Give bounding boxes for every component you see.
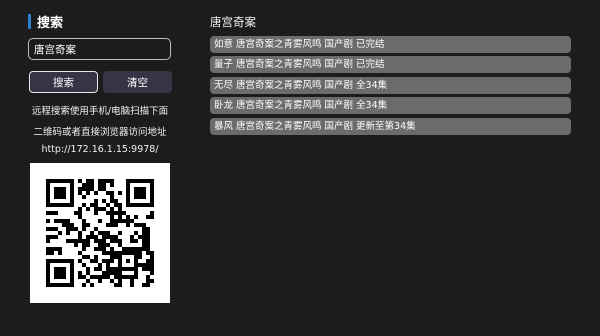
remote-search-hint-line-1: 远程搜索使用手机/电脑扫描下面 — [31, 106, 169, 117]
result-item-label: 量子 唐宫奇案之青雾风鸣 国产剧 已完结 — [214, 59, 385, 70]
search-panel-title: 搜索 — [28, 12, 64, 31]
result-item-label: 无尽 唐宫奇案之青雾风鸣 国产剧 全34集 — [214, 80, 388, 91]
result-item[interactable]: 无尽 唐宫奇案之青雾风鸣 国产剧 全34集 — [210, 77, 571, 94]
result-item-label: 卧龙 唐宫奇案之青雾风鸣 国产剧 全34集 — [214, 100, 388, 111]
title-accent-bar — [28, 13, 31, 29]
results-title: 唐宫奇案 — [210, 15, 256, 29]
clear-button-label: 清空 — [127, 76, 148, 89]
result-item[interactable]: 量子 唐宫奇案之青雾风鸣 国产剧 已完结 — [210, 56, 571, 73]
search-button-label: 搜索 — [53, 76, 74, 89]
result-item[interactable]: 如意 唐宫奇案之青雾风鸣 国产剧 已完结 — [210, 36, 571, 53]
qr-code-graphic — [46, 179, 154, 287]
qr-code-icon — [30, 163, 170, 303]
result-item-label: 暴风 唐宫奇案之青雾风鸣 国产剧 更新至第34集 — [214, 121, 416, 132]
clear-button[interactable]: 清空 — [103, 71, 172, 93]
remote-search-url: http://172.16.1.15:9978/ — [41, 144, 159, 155]
search-button[interactable]: 搜索 — [29, 71, 98, 93]
result-item[interactable]: 卧龙 唐宫奇案之青雾风鸣 国产剧 全34集 — [210, 97, 571, 114]
result-item[interactable]: 暴风 唐宫奇案之青雾风鸣 国产剧 更新至第34集 — [210, 118, 571, 135]
remote-search-hint-line-2: 二维码或者直接浏览器访问地址 — [33, 127, 167, 138]
search-input[interactable] — [28, 38, 171, 60]
search-title-text: 搜索 — [37, 15, 64, 31]
result-item-label: 如意 唐宫奇案之青雾风鸣 国产剧 已完结 — [214, 39, 385, 50]
